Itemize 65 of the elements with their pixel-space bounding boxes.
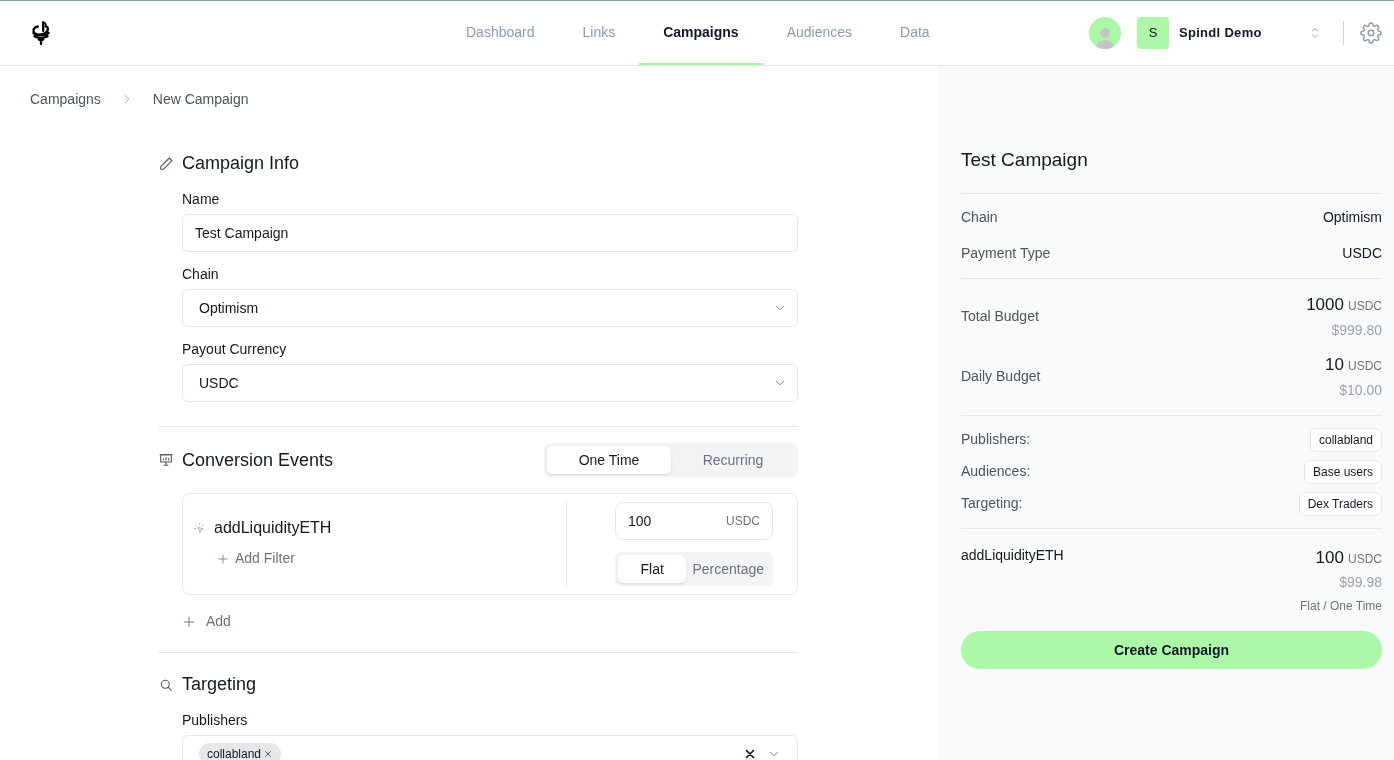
plus-icon <box>217 552 229 565</box>
detail-value: Optimism <box>1322 208 1382 227</box>
plus-icon <box>182 614 196 629</box>
breadcrumb-link[interactable]: Campaigns <box>30 88 101 110</box>
unit-label: USDC <box>1348 298 1382 316</box>
select-field[interactable]: USDC <box>182 364 798 402</box>
detail-label: Chain <box>961 208 998 227</box>
unit-label: USDC <box>1348 550 1382 568</box>
amount-value: 100 <box>1315 546 1344 569</box>
usd-value: $99.98 <box>1339 573 1382 592</box>
segment-tab[interactable]: One Time <box>547 446 671 474</box>
cursor-click-icon <box>193 521 206 535</box>
add-filter-button[interactable]: Add Filter <box>217 548 295 569</box>
publisher-chip[interactable]: collabland <box>199 743 282 760</box>
usd-value: $999.80 <box>1331 320 1382 340</box>
summary-tag: Dex Traders <box>1298 491 1382 516</box>
presentation-chart-icon <box>158 452 174 468</box>
summary-title: Test Campaign <box>961 146 1382 194</box>
segment-tab[interactable]: Flat <box>618 555 687 583</box>
amount-value: 1000 <box>1306 294 1344 317</box>
field-label: Payout Currency <box>182 340 288 359</box>
settings-button[interactable] <box>1360 22 1382 44</box>
unit-label: USDC <box>1348 358 1382 376</box>
budget-label: Total Budget <box>961 307 1039 326</box>
section-title: Conversion Events <box>182 448 334 472</box>
settings-icon <box>1360 22 1382 44</box>
section-title: Targeting <box>182 673 257 696</box>
text-field[interactable]: Test Campaign <box>182 214 798 252</box>
summary-label: Audiences: <box>961 462 1031 481</box>
usd-value: $10.00 <box>1339 380 1382 400</box>
summary-tag: collabland <box>1309 427 1382 452</box>
workspace-name: Spindl Demo <box>1179 24 1263 43</box>
segment-tab[interactable]: Recurring <box>671 446 795 474</box>
amount-field[interactable]: 100 USDC <box>615 502 773 540</box>
summary-tag: Base users <box>1303 459 1382 484</box>
workspace-badge: S <box>1137 17 1169 49</box>
section-title: Campaign Info <box>182 152 300 175</box>
budget-label: Daily Budget <box>961 367 1041 386</box>
summary-label: Publishers: <box>961 430 1031 449</box>
amount-value: 10 <box>1325 354 1344 377</box>
detail-label: Payment Type <box>961 244 1051 263</box>
create-campaign-button[interactable]: Create Campaign <box>961 631 1382 669</box>
field-label: Publishers <box>182 711 249 730</box>
breadcrumb-current: New Campaign <box>152 89 249 109</box>
segment-tab[interactable]: Percentage <box>686 555 770 583</box>
pencil-icon <box>158 155 174 172</box>
event-name: addLiquidityETH <box>214 518 332 538</box>
event-name: addLiquidityETH <box>961 545 1064 565</box>
amount-value: 100 <box>628 511 653 531</box>
unit-label: USDC <box>726 513 760 530</box>
workspace-switcher[interactable]: S Spindl Demo <box>1137 17 1327 49</box>
close-icon <box>263 749 274 759</box>
summary-label: Targeting: <box>961 494 1023 513</box>
select-value: Optimism <box>199 298 260 318</box>
detail-value: USDC <box>1342 244 1382 263</box>
select-field[interactable]: Optimism <box>182 289 798 327</box>
nav-tab[interactable]: Campaigns <box>639 1 763 65</box>
field-label: Name <box>182 190 221 209</box>
event-detail: Flat / One Time <box>1299 598 1382 615</box>
multiselect-field[interactable]: collabland <box>182 735 798 760</box>
add-button[interactable]: Add <box>182 611 231 632</box>
field-label: Chain <box>182 265 220 284</box>
select-value: USDC <box>199 373 240 393</box>
clear-icon <box>743 747 757 760</box>
avatar[interactable] <box>1089 17 1121 49</box>
